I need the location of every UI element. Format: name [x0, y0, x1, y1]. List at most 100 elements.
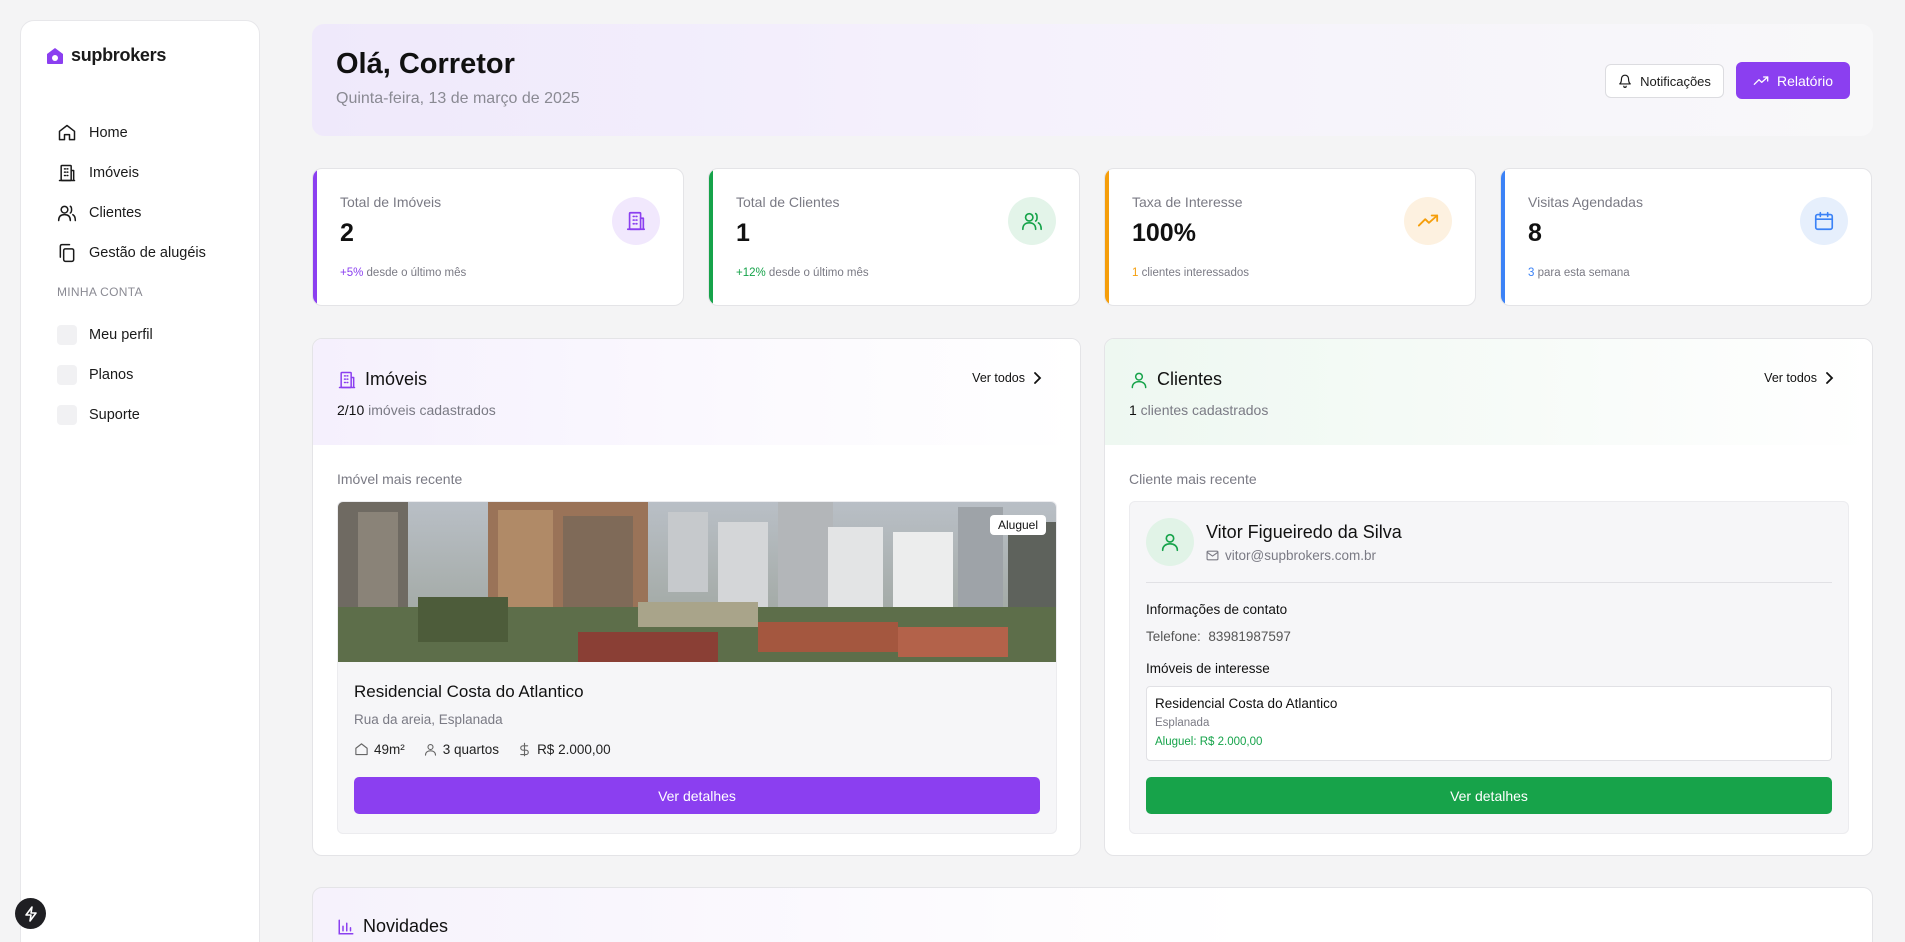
trending-up-icon [1404, 197, 1452, 245]
home-icon [355, 743, 368, 756]
stat-footnote: 1 clientes interessados [1132, 267, 1249, 279]
stat-label: Total de Clientes [736, 194, 840, 210]
stat-change: +5% [340, 267, 364, 279]
interest-property-location: Esplanada [1155, 717, 1210, 729]
panel-title-text: Clientes [1157, 369, 1223, 389]
recent-property-label: Imóvel mais recente [337, 471, 463, 487]
logo[interactable]: supbrokers [45, 45, 166, 66]
welcome-header: Olá, Corretor Quinta-feira, 13 de março … [312, 24, 1873, 136]
stat-footnote: +5% desde o último mês [340, 267, 466, 279]
clients-count: 1 [1129, 402, 1137, 418]
clients-panel: Clientes 1 clientes cadastrados Ver todo… [1104, 338, 1873, 856]
property-area: 49m² [354, 742, 405, 757]
panel-title-text: Novidades [363, 916, 449, 936]
building-icon [58, 164, 76, 182]
stat-foot-text: desde o último mês [765, 267, 869, 279]
section-label-minha-conta: MINHA CONTA [57, 285, 143, 299]
stat-footnote: +12% desde o último mês [736, 267, 869, 279]
sidebar-item-home[interactable]: Home [57, 113, 243, 153]
news-panel: Novidades [312, 887, 1873, 942]
stat-card-taxa-interesse: Taxa de Interesse 100% 1 clientes intere… [1104, 168, 1476, 306]
stat-value: 2 [340, 219, 354, 247]
property-area-value: 49m² [374, 742, 405, 757]
listing-type-badge: Aluguel [989, 515, 1046, 535]
sidebar-item-label: Planos [89, 367, 134, 383]
property-details-button[interactable]: Ver detalhes [354, 777, 1040, 814]
stat-footnote: 3 para esta semana [1528, 267, 1630, 279]
client-email-value: vitor@supbrokers.com.br [1225, 548, 1376, 563]
contact-info-title: Informações de contato [1146, 602, 1288, 617]
sidebar-item-label: Gestão de alugéis [89, 245, 206, 261]
stat-value: 100% [1132, 219, 1196, 247]
property-rooms-value: 3 quartos [442, 742, 500, 757]
property-name: Residencial Costa do Atlantico [354, 682, 584, 701]
notifications-button[interactable]: Notificações [1605, 64, 1724, 98]
recent-client-label: Cliente mais recente [1129, 471, 1257, 487]
avatar [1146, 518, 1194, 566]
stat-label: Taxa de Interesse [1132, 194, 1243, 210]
stat-card-clientes: Total de Clientes 1 +12% desde o último … [708, 168, 1080, 306]
property-price: R$ 2.000,00 [517, 742, 611, 757]
user-icon [1131, 372, 1147, 388]
panel-subtitle: 2/10 imóveis cadastrados [337, 402, 496, 418]
panel-title: Novidades [337, 916, 448, 937]
sidebar-item-label: Clientes [89, 205, 142, 221]
property-price-value: R$ 2.000,00 [537, 742, 611, 757]
building-icon [612, 197, 660, 245]
user-icon [424, 743, 436, 756]
bar-chart-icon [338, 919, 354, 934]
page-title: Olá, Corretor [336, 48, 515, 80]
report-button[interactable]: Relatório [1736, 62, 1850, 99]
stat-label: Visitas Agendadas [1528, 194, 1643, 210]
main-nav: Home Imóveis Clientes Gestão de alugéis [57, 113, 243, 273]
notifications-label: Notificações [1640, 73, 1711, 89]
see-all-clients-link[interactable]: Ver todos [1764, 371, 1834, 385]
phone-value: 83981987597 [1208, 629, 1291, 644]
client-details-button[interactable]: Ver detalhes [1146, 777, 1832, 814]
mail-icon [1206, 550, 1219, 561]
property-card: Aluguel Residencial Costa do Atlantico R… [337, 501, 1057, 834]
sidebar-item-meu-perfil[interactable]: Meu perfil [57, 315, 243, 355]
property-meta: 49m² 3 quartos R$ 2.000,00 [354, 742, 611, 757]
property-address: Rua da areia, Esplanada [354, 712, 503, 727]
stat-change: +12% [736, 267, 766, 279]
account-nav: Meu perfil Planos Suporte [57, 315, 243, 435]
trending-up-icon [1753, 75, 1769, 85]
panel-title-text: Imóveis [365, 369, 428, 389]
client-name: Vitor Figueiredo da Silva [1206, 522, 1402, 542]
report-label: Relatório [1776, 72, 1834, 89]
panel-header: Clientes 1 clientes cadastrados Ver todo… [1105, 339, 1872, 445]
chevron-right-icon [1034, 372, 1042, 384]
clients-count-suffix: clientes cadastrados [1136, 402, 1269, 418]
see-all-properties-link[interactable]: Ver todos [972, 371, 1042, 385]
properties-count: 2/10 [337, 402, 365, 418]
sidebar-item-suporte[interactable]: Suporte [57, 395, 243, 435]
property-photo: Aluguel [338, 502, 1056, 662]
bolt-button[interactable] [15, 898, 46, 929]
interest-item[interactable]: Residencial Costa do Atlantico Esplanada… [1146, 686, 1832, 761]
logo-icon [47, 47, 63, 64]
interest-property-price: Aluguel: R$ 2.000,00 [1155, 736, 1263, 748]
client-phone: Telefone: 83981987597 [1146, 629, 1291, 644]
see-all-label: Ver todos [972, 371, 1025, 385]
property-rooms: 3 quartos [423, 742, 499, 757]
sidebar-item-gestao[interactable]: Gestão de alugéis [57, 233, 243, 273]
phone-label: Telefone: [1146, 629, 1201, 644]
placeholder-icon [57, 405, 77, 425]
properties-panel: Imóveis 2/10 imóveis cadastrados Ver tod… [312, 338, 1081, 856]
stat-value: 1 [736, 219, 750, 247]
placeholder-icon [57, 325, 77, 345]
interest-property-name: Residencial Costa do Atlantico [1155, 696, 1338, 711]
sidebar: supbrokers Home Imóveis Clientes Gestão … [20, 20, 260, 942]
panel-subtitle: 1 clientes cadastrados [1129, 402, 1268, 418]
sidebar-item-planos[interactable]: Planos [57, 355, 243, 395]
interests-title: Imóveis de interesse [1146, 661, 1270, 676]
bolt-icon [24, 905, 37, 922]
sidebar-item-imoveis[interactable]: Imóveis [57, 153, 243, 193]
sidebar-item-clientes[interactable]: Clientes [57, 193, 243, 233]
home-icon [58, 124, 76, 141]
see-all-label: Ver todos [1764, 371, 1817, 385]
stat-label: Total de Imóveis [340, 194, 442, 210]
sidebar-item-label: Meu perfil [89, 327, 153, 343]
copy-icon [59, 243, 75, 263]
